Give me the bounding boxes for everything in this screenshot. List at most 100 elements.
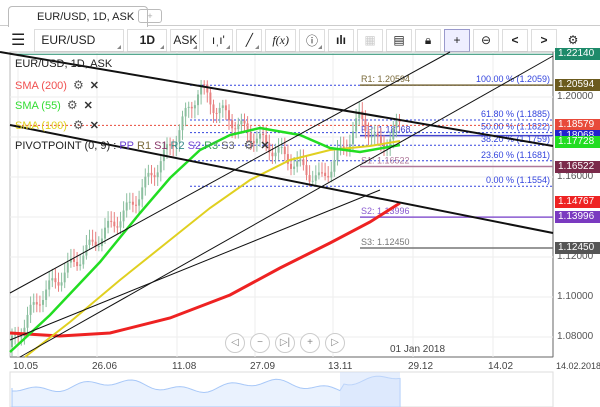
pivot-item: R1 [137,140,152,152]
candle-body [367,131,370,138]
close-icon[interactable]: ✕ [84,100,93,112]
zoom-in-button[interactable]: + [300,333,320,353]
time-tick: 27.09 [250,361,276,372]
close-icon[interactable]: ✕ [260,140,269,152]
candle-body [302,159,305,166]
pivot-item: PP [119,140,135,152]
chart-title: EUR/USD, 1D, ASK [15,58,113,70]
channel-line [9,189,381,341]
candle-body [317,172,320,176]
sma55-legend: SMA (55) ⚙ ✕ [15,98,93,112]
candle-body [240,120,243,125]
candle-body [79,264,82,267]
candle-body [20,336,23,338]
candle-body [392,128,395,140]
candle-body [35,302,38,305]
candle-body [370,136,373,138]
close-icon[interactable]: ✕ [90,120,99,132]
scroll-right-button[interactable]: ▷ [325,333,345,353]
price-tag: 1.17728 [555,136,600,149]
sma200-label: SMA (200) [15,80,67,92]
price-tag: 1.14767 [555,195,600,208]
time-tick: 10.05 [13,361,39,372]
fib-label: 23.60 % (1.1681) [481,150,550,160]
candle-body [88,239,91,246]
candle-body [212,104,215,113]
end-date: 14.02.2018 [556,361,600,371]
candle-body [125,202,128,211]
time-tick: 11.08 [172,361,197,372]
time-tick: 14.02 [488,361,514,372]
candle-body [144,176,147,188]
candle-body [193,105,196,109]
pivot-label: PIVOTPOINT (0, 9) [15,140,111,152]
candle-body [190,106,193,109]
candle-body [311,180,314,182]
candle-body [159,161,162,173]
candle-body [352,131,354,145]
pivot-item: S1 [154,140,168,152]
sma100-line [24,140,401,358]
candle-body [398,120,401,122]
navigator-window [340,372,400,407]
candle-body [73,258,75,262]
pivot-item: S3 [221,140,235,152]
candle-body [262,133,265,136]
pivot-item: R2 [170,140,185,152]
fib-label: 0.00 % (1.1554) [486,175,550,185]
candle-body [138,199,141,206]
candle-body [293,166,296,169]
sma55-label: SMA (55) [15,100,61,112]
candle-body [296,160,299,167]
candle-body [60,282,63,286]
candle-body [76,261,79,267]
candle-body [66,262,69,273]
candle-body [153,175,156,178]
candle-body [119,221,122,228]
scroll-left-button[interactable]: ◁ [225,333,245,353]
pivot-item: S2 [187,140,202,152]
candle-body [228,110,230,121]
candle-body [327,176,330,178]
year-marker: 01 Jan 2018 [390,344,446,355]
candle-body [150,172,153,176]
sma100-legend: SMA (100) ⚙ ✕ [15,118,99,132]
candle-body [141,187,144,200]
candle-body [333,160,336,172]
gear-icon[interactable]: ⚙ [73,118,84,132]
gear-icon[interactable]: ⚙ [67,98,78,112]
candle-body [203,84,206,86]
price-tick: 1.10000 [557,291,594,302]
candle-body [215,112,218,114]
candle-body [280,146,283,148]
candle-body [355,118,358,132]
candle-body [181,116,184,131]
candle-body [218,107,221,114]
pivot-item: R3 [204,140,219,152]
pivot-legend: PIVOTPOINT (0, 9) : PP R1 S1 R2 S2 R3 S3 ⚙ ✕ [15,138,270,152]
candle-body [32,302,35,305]
candle-body [91,239,94,242]
gear-icon[interactable]: ⚙ [244,138,255,152]
candle-body [206,84,209,93]
candle-body [299,159,302,161]
candle-body [271,152,274,157]
candle-body [26,314,29,328]
scroll-end-button[interactable]: ▷| [275,333,295,353]
price-tag: 1.16522 [555,160,600,173]
time-tick: 29.12 [408,361,434,372]
sma55-line [9,126,401,353]
candle-body [11,335,13,347]
zoom-out-button[interactable]: − [250,333,270,353]
candle-body [234,128,237,130]
close-icon[interactable]: ✕ [90,80,99,92]
candle-body [113,221,116,227]
gear-icon[interactable]: ⚙ [73,78,84,92]
candle-body [131,201,134,205]
candle-body [156,172,159,178]
candle-body [290,163,292,169]
candle-body [42,299,44,305]
candle-body [314,175,317,181]
candle-body [48,280,51,290]
price-tick: 1.20000 [557,91,594,102]
